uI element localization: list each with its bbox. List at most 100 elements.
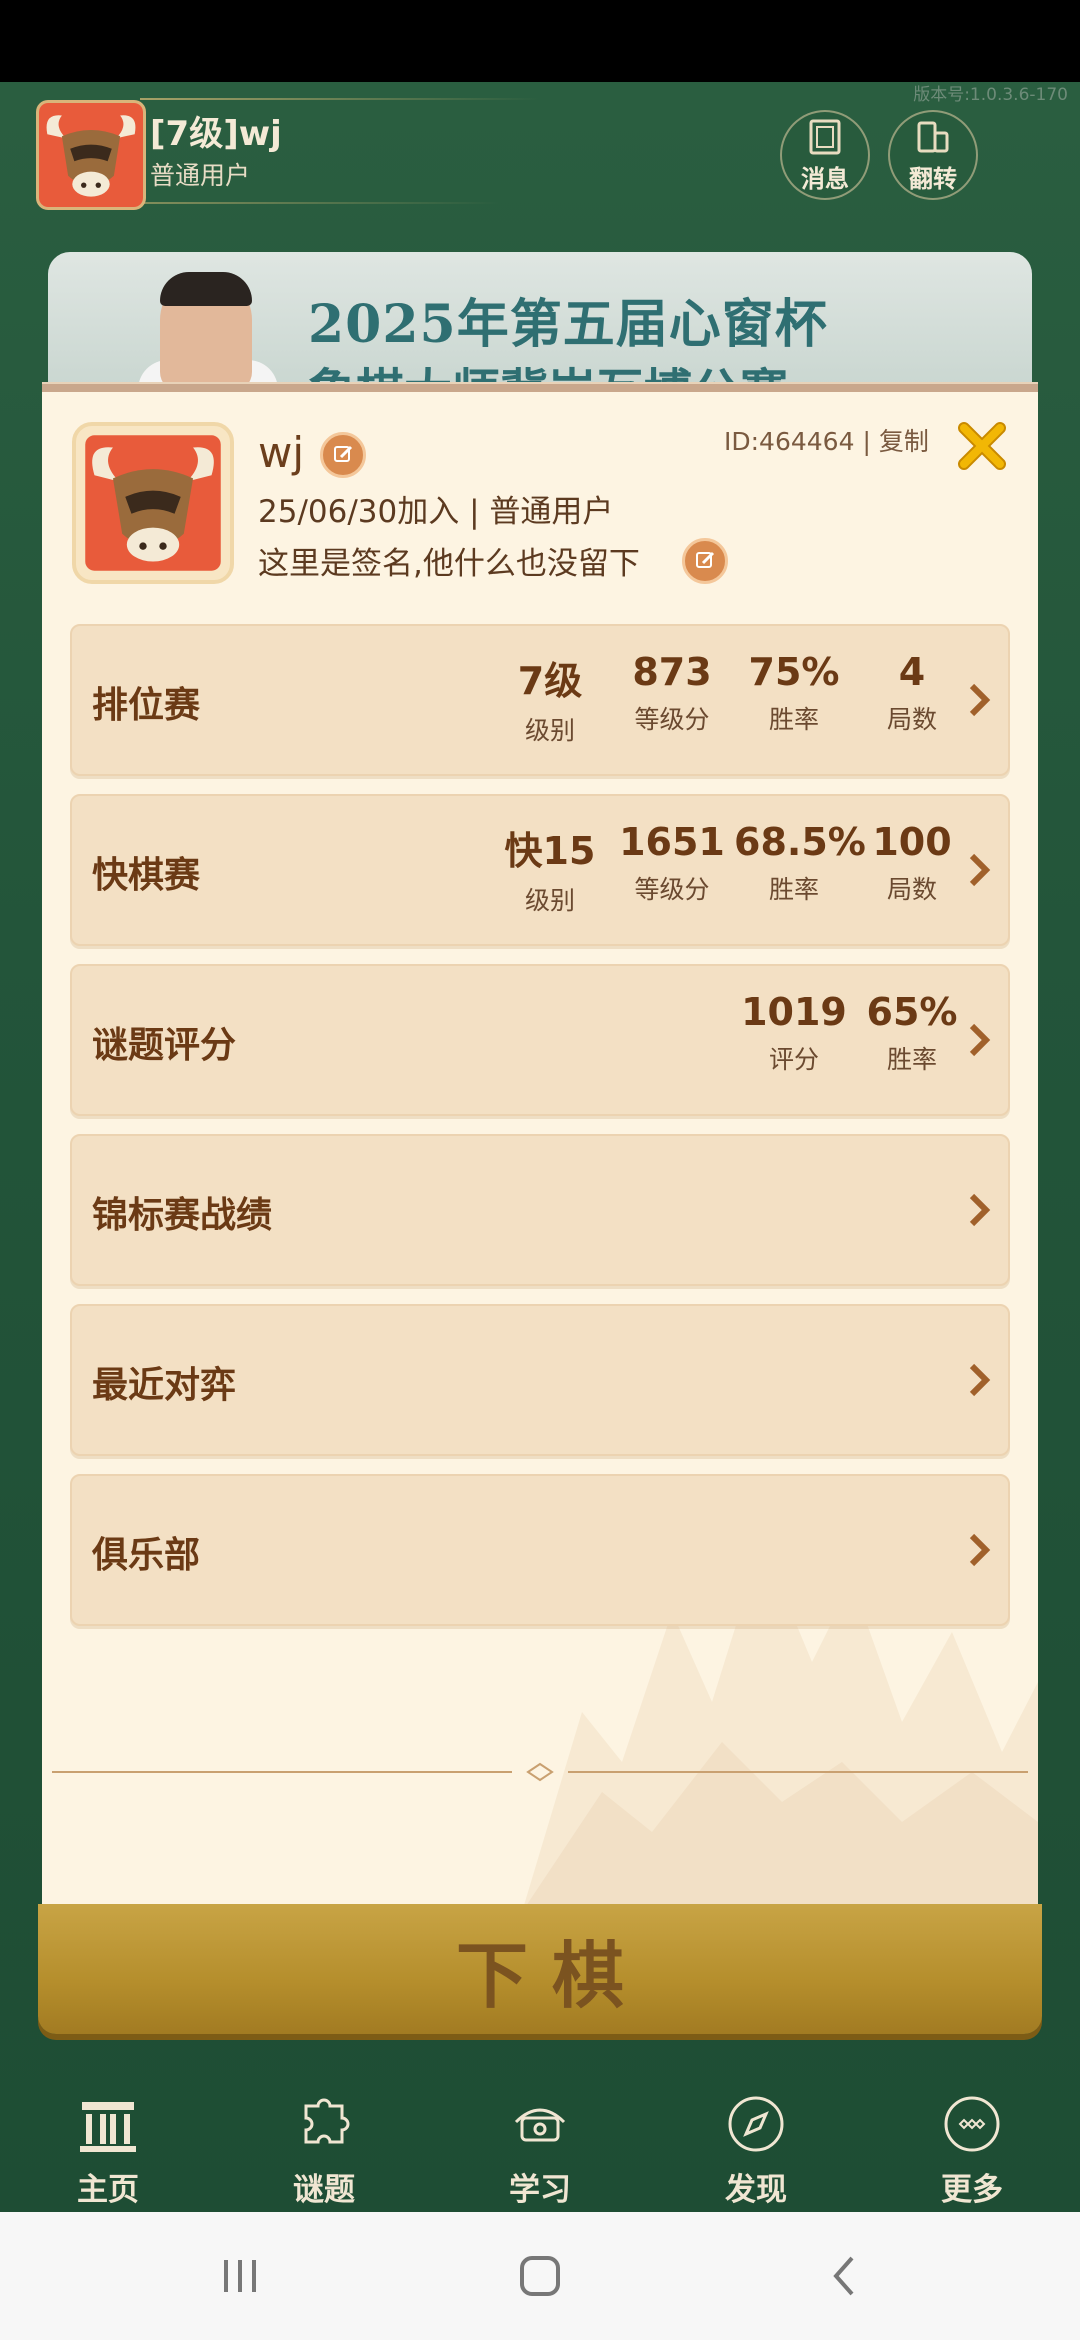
stat-value: 7级 <box>517 659 583 703</box>
banner-title: 2025年第五届心窗杯 <box>308 294 828 355</box>
play-label: 下棋 <box>455 1932 648 2018</box>
home-icon <box>80 2102 136 2152</box>
club-card[interactable]: 俱乐部 <box>70 1474 1010 1626</box>
stat-value: 75% <box>748 650 840 694</box>
profile-avatar[interactable] <box>72 422 234 584</box>
user-id-row: ID:464464 | 复制 <box>724 422 929 458</box>
club-title: 俱乐部 <box>92 1535 201 1576</box>
nav-puzzle[interactable]: 谜题 <box>254 2072 394 2209</box>
stat-value: 4 <box>898 650 926 694</box>
stat-value: 100 <box>872 820 952 864</box>
chevron-right-icon <box>969 1023 991 1057</box>
puzzle-stat-rating: 1019 评分 <box>734 990 854 1076</box>
event-banner[interactable]: 2025年第五届心窗杯 象棋大师冀岩互博公赛 <box>48 252 1032 392</box>
stat-label: 级别 <box>524 716 575 745</box>
header-divider <box>140 202 500 204</box>
stat-label: 等级分 <box>634 705 710 734</box>
blitz-title: 快棋赛 <box>92 855 201 896</box>
bull-avatar-icon <box>39 103 143 207</box>
recent-games-title: 最近对弈 <box>92 1365 237 1406</box>
back-icon[interactable] <box>816 2246 876 2306</box>
profile-panel: wj 25/06/30加入 | 普通用户 这里是签名,他什么也没留下 ID:46… <box>42 384 1038 1924</box>
pencil-icon <box>696 551 715 568</box>
championship-title: 锦标赛战绩 <box>92 1195 273 1236</box>
join-date-line: 25/06/30加入 | 普通用户 <box>258 494 614 530</box>
stat-label: 评分 <box>768 1045 819 1074</box>
play-button[interactable]: 下棋 <box>38 1904 1042 2034</box>
ornament-divider <box>52 1762 1028 1782</box>
flip-icon <box>917 121 949 152</box>
ranked-stat-rating: 873 等级分 <box>612 650 732 736</box>
status-bar <box>0 0 1080 82</box>
ranked-stat-level: 7级 级别 <box>490 650 610 747</box>
blitz-card[interactable]: 快棋赛 快15 级别 1651 等级分 68.5% 胜率 100 局数 <box>70 794 1010 946</box>
ranked-stat-games: 4 局数 <box>852 650 972 736</box>
version-label: 版本号:1.0.3.6-170 <box>913 85 1068 105</box>
puzzle-card[interactable]: 谜题评分 1019 评分 65% 胜率 <box>70 964 1010 1116</box>
system-navigation-bar <box>0 2212 1080 2340</box>
stat-value: 1651 <box>619 820 725 864</box>
stat-value: 65% <box>866 990 958 1034</box>
flip-label: 翻转 <box>909 164 957 193</box>
message-icon <box>809 119 841 154</box>
stat-label: 局数 <box>886 705 937 734</box>
ranked-stat-winrate: 75% 胜率 <box>734 650 854 736</box>
stat-label: 胜率 <box>768 705 819 734</box>
stat-label: 胜率 <box>768 875 819 904</box>
bull-avatar-icon <box>85 435 221 571</box>
chevron-right-icon <box>969 853 991 887</box>
puzzle-title: 谜题评分 <box>92 1025 237 1066</box>
stat-value: 68.5% <box>734 820 866 864</box>
nav-discover-label: 发现 <box>725 2172 787 2208</box>
stat-label: 局数 <box>886 875 937 904</box>
chevron-right-icon <box>969 683 991 717</box>
puzzle-stat-winrate: 65% 胜率 <box>852 990 972 1076</box>
home-button-icon[interactable] <box>510 2246 570 2306</box>
learn-icon <box>514 2108 566 2142</box>
edit-signature-button[interactable] <box>682 538 728 584</box>
puzzle-icon <box>304 2098 350 2144</box>
championship-card[interactable]: 锦标赛战绩 <box>70 1134 1010 1286</box>
compass-icon <box>728 2096 784 2152</box>
stat-label: 胜率 <box>886 1045 937 1074</box>
avatar[interactable] <box>36 100 146 210</box>
messages-button[interactable]: 消息 <box>780 110 870 200</box>
stat-label: 等级分 <box>634 875 710 904</box>
nav-puzzle-label: 谜题 <box>293 2172 355 2208</box>
edit-name-button[interactable] <box>320 432 366 478</box>
header-user-type: 普通用户 <box>150 161 251 190</box>
ranked-title: 排位赛 <box>92 685 201 726</box>
chevron-right-icon <box>969 1193 991 1227</box>
chevron-right-icon <box>969 1363 991 1397</box>
close-icon <box>958 422 1006 470</box>
messages-label: 消息 <box>801 164 849 193</box>
header-divider <box>140 98 540 100</box>
pencil-icon <box>334 445 353 462</box>
close-button[interactable] <box>954 418 1010 474</box>
header-username: [7级]wj <box>150 114 282 154</box>
stat-value: 873 <box>632 650 712 694</box>
flip-button[interactable]: 翻转 <box>888 110 978 200</box>
nav-more-label: 更多 <box>941 2172 1003 2208</box>
nav-home-label: 主页 <box>77 2172 139 2208</box>
signature-text: 这里是签名,他什么也没留下 <box>258 546 640 582</box>
nav-learn-label: 学习 <box>509 2172 571 2208</box>
id-separator: | <box>862 427 871 456</box>
nav-discover[interactable]: 发现 <box>686 2072 826 2209</box>
blitz-stat-rating: 1651 等级分 <box>612 820 732 906</box>
ranked-card[interactable]: 排位赛 7级 级别 873 等级分 75% 胜率 4 局数 <box>70 624 1010 776</box>
recent-apps-icon[interactable] <box>210 2246 270 2306</box>
copy-id-button[interactable]: 复制 <box>879 427 929 456</box>
blitz-stat-games: 100 局数 <box>852 820 972 906</box>
nav-learn[interactable]: 学习 <box>470 2072 610 2209</box>
nav-home[interactable]: 主页 <box>38 2072 178 2209</box>
user-id: ID:464464 <box>724 427 855 456</box>
chevron-right-icon <box>969 1533 991 1567</box>
more-icon <box>944 2096 1000 2152</box>
recent-games-card[interactable]: 最近对弈 <box>70 1304 1010 1456</box>
blitz-stat-winrate: 68.5% 胜率 <box>734 820 866 906</box>
nav-more[interactable]: 更多 <box>902 2072 1042 2209</box>
stat-value: 1019 <box>741 990 847 1034</box>
banner-person-hair <box>160 272 252 306</box>
stat-label: 级别 <box>524 886 575 915</box>
